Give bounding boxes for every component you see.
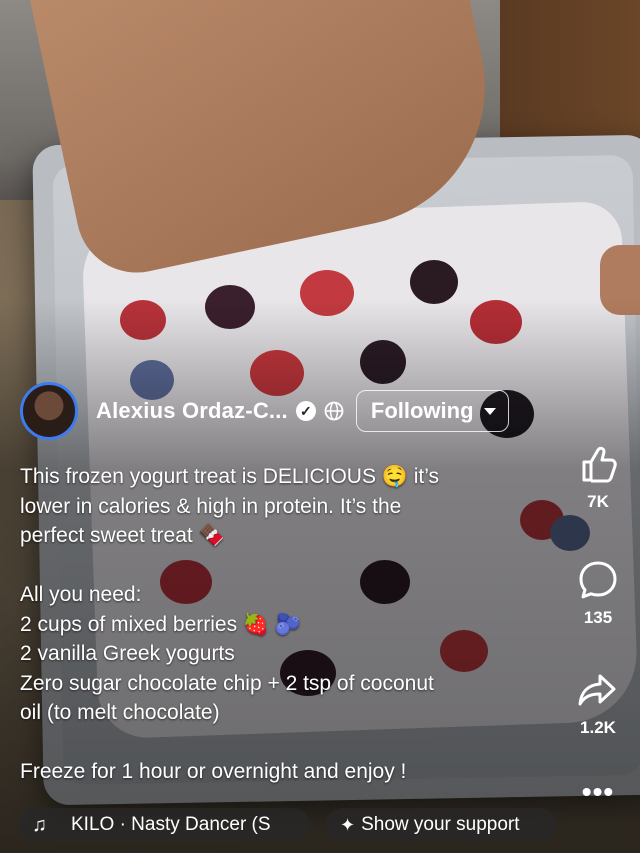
globe-icon: [324, 401, 344, 421]
chevron-down-icon: [483, 407, 496, 415]
thumbs-up-icon: [582, 446, 617, 483]
share-arrow-icon: [578, 674, 616, 706]
action-rail: 7K 135 1.2K •••: [570, 442, 626, 808]
support-button[interactable]: ✦ Show your support: [326, 808, 556, 842]
caption-line: Freeze for 1 hour or overnight and enjoy…: [20, 760, 407, 783]
caption-line: 2 cups of mixed berries 🍓 🫐: [20, 612, 302, 636]
following-label: Following: [370, 398, 474, 423]
verified-badge-icon: ✓: [295, 401, 316, 421]
more-options-button[interactable]: •••: [582, 776, 614, 808]
caption-line: oil (to melt chocolate): [20, 701, 220, 724]
avatar[interactable]: [20, 382, 78, 440]
caption-line: This frozen yogurt treat is DELICIOUS 🤤 …: [20, 465, 440, 488]
stars-icon: ✦: [340, 814, 356, 835]
music-pill[interactable]: ♫ KILO · Nasty Dancer (S: [18, 808, 310, 842]
caption-line: perfect sweet treat 🍫: [20, 524, 225, 547]
music-track: KILO · Nasty Dancer (S: [71, 814, 271, 835]
author-name[interactable]: Alexius Ordaz-C...: [96, 398, 288, 424]
caption-line: All you need:: [20, 583, 142, 606]
music-note-icon: ♫: [32, 813, 47, 836]
comment-bubble-icon: [579, 561, 617, 599]
bottom-bar: ♫ KILO · Nasty Dancer (S ✦ Show your sup…: [18, 808, 556, 842]
author-row: Alexius Ordaz-C... ✓ Following: [20, 382, 509, 440]
like-button[interactable]: 7K: [576, 442, 620, 512]
like-count: 7K: [587, 492, 609, 511]
following-button[interactable]: Following: [355, 390, 509, 432]
caption-line: Zero sugar chocolate chip + 2 tsp of coc…: [20, 671, 434, 695]
share-count: 1.2K: [580, 718, 616, 737]
post-caption[interactable]: This frozen yogurt treat is DELICIOUS 🤤 …: [20, 462, 560, 787]
comment-count: 135: [583, 608, 613, 627]
caption-line: 2 vanilla Greek yogurts: [20, 642, 235, 665]
caption-line: lower in calories & high in protein. It’…: [20, 494, 402, 518]
share-button[interactable]: 1.2K: [576, 668, 620, 738]
support-label: Show your support: [361, 814, 520, 835]
comment-button[interactable]: 135: [576, 558, 620, 628]
